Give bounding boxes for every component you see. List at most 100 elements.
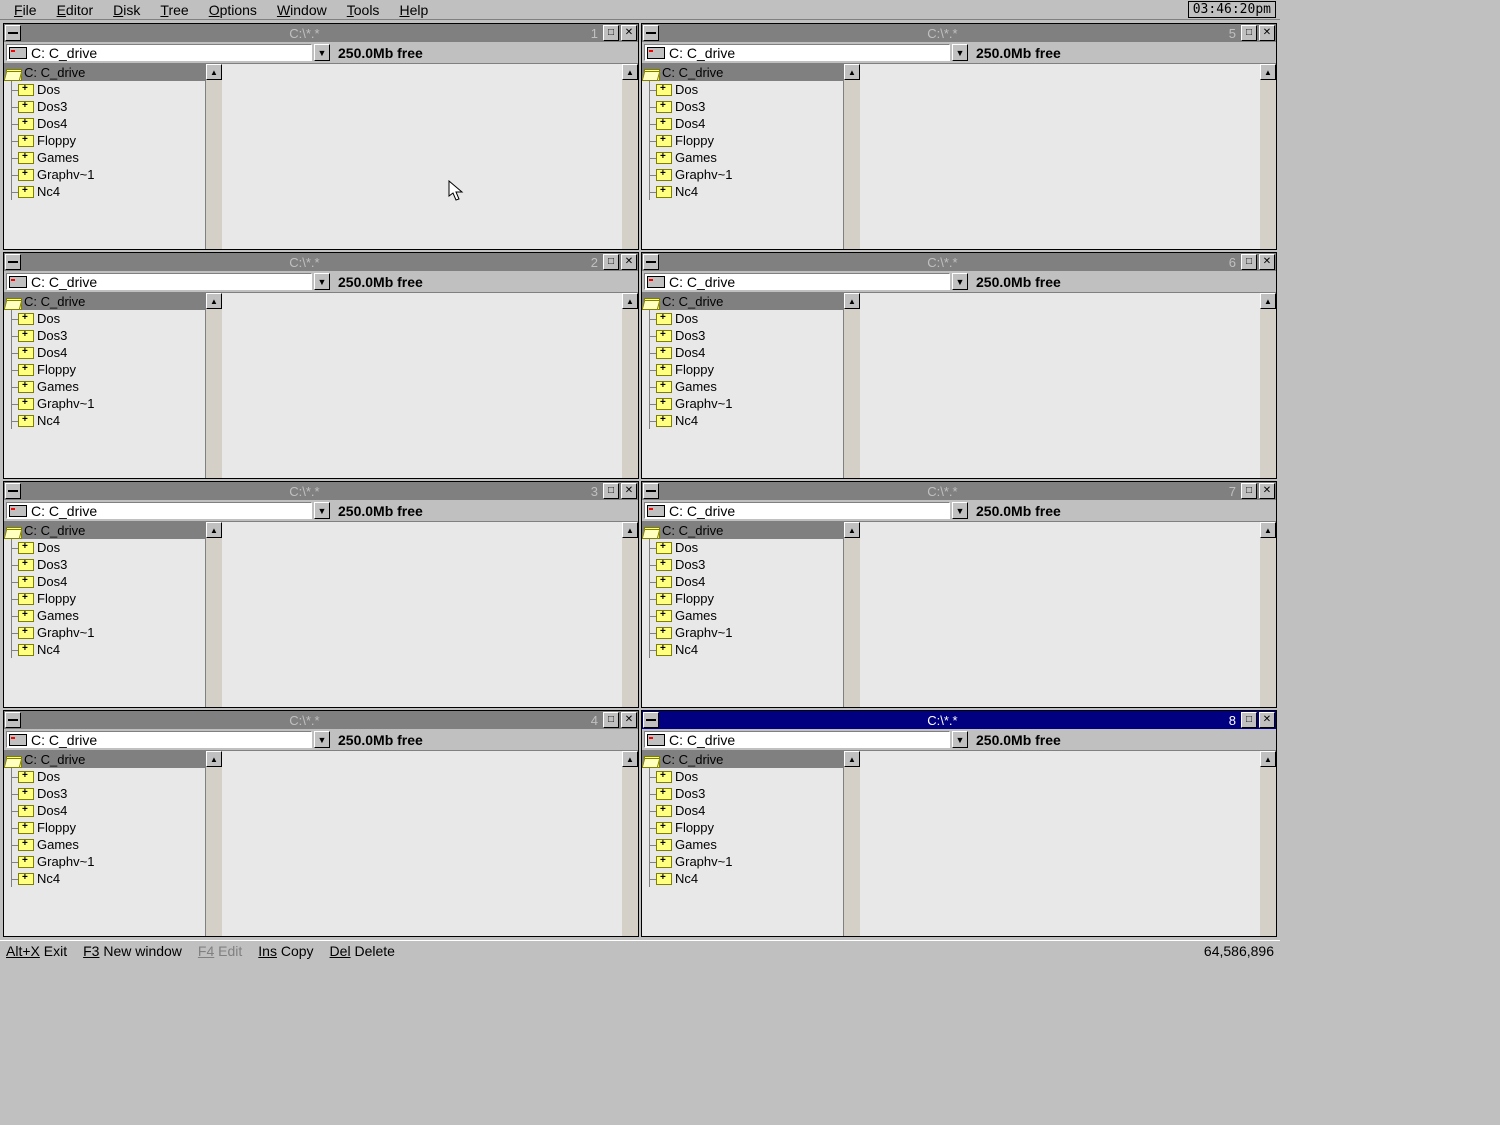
- tree-folder[interactable]: Floppy: [4, 361, 205, 378]
- drive-selector[interactable]: C: C_drive: [644, 502, 950, 519]
- tree-scrollbar[interactable]: ▲: [844, 751, 860, 936]
- tree-folder[interactable]: Dos: [642, 81, 843, 98]
- tree-root[interactable]: C: C_drive: [642, 522, 843, 539]
- tree-folder[interactable]: Dos4: [642, 802, 843, 819]
- tree-folder[interactable]: Dos: [4, 81, 205, 98]
- tree-folder[interactable]: Floppy: [4, 590, 205, 607]
- file-list[interactable]: [222, 522, 622, 707]
- maximize-button[interactable]: □: [1241, 712, 1257, 728]
- menu-help[interactable]: Help: [389, 1, 438, 19]
- scroll-up-icon[interactable]: ▲: [206, 751, 222, 767]
- file-list[interactable]: [222, 293, 622, 478]
- drive-dropdown-button[interactable]: ▼: [952, 731, 968, 748]
- tree-folder[interactable]: Games: [642, 149, 843, 166]
- drive-dropdown-button[interactable]: ▼: [952, 502, 968, 519]
- file-list[interactable]: [860, 522, 1260, 707]
- file-list[interactable]: [860, 64, 1260, 249]
- tree-folder[interactable]: Games: [4, 149, 205, 166]
- tree-folder[interactable]: Graphv~1: [4, 624, 205, 641]
- tree-folder[interactable]: Games: [642, 836, 843, 853]
- tree-folder[interactable]: Nc4: [4, 183, 205, 200]
- scroll-up-icon[interactable]: ▲: [206, 64, 222, 80]
- tree-folder[interactable]: Floppy: [642, 819, 843, 836]
- scroll-up-icon[interactable]: ▲: [1260, 64, 1276, 80]
- file-list[interactable]: [222, 64, 622, 249]
- maximize-button[interactable]: □: [603, 712, 619, 728]
- tree-folder[interactable]: Dos: [4, 539, 205, 556]
- file-list[interactable]: [860, 751, 1260, 936]
- tree-folder[interactable]: Games: [642, 607, 843, 624]
- tree-folder[interactable]: Games: [4, 607, 205, 624]
- tree-folder[interactable]: Dos: [642, 768, 843, 785]
- scroll-up-icon[interactable]: ▲: [206, 293, 222, 309]
- scroll-up-icon[interactable]: ▲: [844, 522, 860, 538]
- maximize-button[interactable]: □: [603, 25, 619, 41]
- hotkey-exit[interactable]: Alt+X Exit: [6, 943, 67, 959]
- maximize-button[interactable]: □: [603, 254, 619, 270]
- scroll-up-icon[interactable]: ▲: [1260, 522, 1276, 538]
- tree-folder[interactable]: Nc4: [4, 641, 205, 658]
- titlebar[interactable]: C:\*.* 5 □ ✕: [642, 24, 1276, 42]
- scroll-up-icon[interactable]: ▲: [622, 64, 638, 80]
- hotkey-new-window[interactable]: F3 New window: [83, 943, 182, 959]
- file-scrollbar[interactable]: ▲: [622, 751, 638, 936]
- scroll-up-icon[interactable]: ▲: [844, 64, 860, 80]
- tree-root[interactable]: C: C_drive: [642, 293, 843, 310]
- tree-folder[interactable]: Dos3: [4, 98, 205, 115]
- folder-tree[interactable]: DosDos3Dos4FloppyGamesGraphv~1Nc4: [4, 310, 205, 478]
- drive-selector[interactable]: C: C_drive: [644, 273, 950, 290]
- maximize-button[interactable]: □: [1241, 483, 1257, 499]
- tree-folder[interactable]: Dos: [4, 310, 205, 327]
- folder-tree[interactable]: DosDos3Dos4FloppyGamesGraphv~1Nc4: [642, 81, 843, 249]
- menu-tree[interactable]: Tree: [150, 1, 198, 19]
- close-button[interactable]: ✕: [621, 254, 637, 270]
- tree-folder[interactable]: Graphv~1: [642, 395, 843, 412]
- titlebar[interactable]: C:\*.* 3 □ ✕: [4, 482, 638, 500]
- tree-folder[interactable]: Floppy: [642, 132, 843, 149]
- scroll-up-icon[interactable]: ▲: [206, 522, 222, 538]
- tree-folder[interactable]: Graphv~1: [642, 624, 843, 641]
- system-menu-icon[interactable]: [5, 712, 21, 728]
- tree-scrollbar[interactable]: ▲: [206, 751, 222, 936]
- tree-folder[interactable]: Floppy: [642, 590, 843, 607]
- system-menu-icon[interactable]: [643, 712, 659, 728]
- maximize-button[interactable]: □: [1241, 254, 1257, 270]
- maximize-button[interactable]: □: [1241, 25, 1257, 41]
- scroll-up-icon[interactable]: ▲: [622, 293, 638, 309]
- tree-folder[interactable]: Floppy: [4, 819, 205, 836]
- tree-root[interactable]: C: C_drive: [642, 751, 843, 768]
- hotkey-copy[interactable]: Ins Copy: [258, 943, 313, 959]
- tree-folder[interactable]: Dos4: [642, 573, 843, 590]
- hotkey-delete[interactable]: Del Delete: [330, 943, 395, 959]
- tree-folder[interactable]: Dos3: [4, 785, 205, 802]
- folder-tree[interactable]: DosDos3Dos4FloppyGamesGraphv~1Nc4: [4, 81, 205, 249]
- tree-scrollbar[interactable]: ▲: [206, 293, 222, 478]
- file-scrollbar[interactable]: ▲: [1260, 293, 1276, 478]
- tree-folder[interactable]: Games: [642, 378, 843, 395]
- tree-folder[interactable]: Nc4: [642, 870, 843, 887]
- close-button[interactable]: ✕: [1259, 25, 1275, 41]
- file-scrollbar[interactable]: ▲: [622, 293, 638, 478]
- drive-dropdown-button[interactable]: ▼: [952, 273, 968, 290]
- titlebar[interactable]: C:\*.* 1 □ ✕: [4, 24, 638, 42]
- drive-dropdown-button[interactable]: ▼: [314, 273, 330, 290]
- file-list[interactable]: [222, 751, 622, 936]
- tree-scrollbar[interactable]: ▲: [844, 522, 860, 707]
- tree-folder[interactable]: Dos: [642, 310, 843, 327]
- folder-tree[interactable]: DosDos3Dos4FloppyGamesGraphv~1Nc4: [642, 768, 843, 936]
- tree-folder[interactable]: Dos3: [642, 556, 843, 573]
- system-menu-icon[interactable]: [643, 483, 659, 499]
- drive-selector[interactable]: C: C_drive: [644, 44, 950, 61]
- menu-editor[interactable]: Editor: [47, 1, 104, 19]
- close-button[interactable]: ✕: [1259, 483, 1275, 499]
- tree-folder[interactable]: Dos4: [4, 344, 205, 361]
- system-menu-icon[interactable]: [643, 254, 659, 270]
- close-button[interactable]: ✕: [1259, 712, 1275, 728]
- close-button[interactable]: ✕: [621, 25, 637, 41]
- tree-folder[interactable]: Games: [4, 378, 205, 395]
- tree-folder[interactable]: Dos4: [4, 802, 205, 819]
- titlebar[interactable]: C:\*.* 7 □ ✕: [642, 482, 1276, 500]
- drive-selector[interactable]: C: C_drive: [6, 731, 312, 748]
- system-menu-icon[interactable]: [5, 254, 21, 270]
- file-scrollbar[interactable]: ▲: [622, 64, 638, 249]
